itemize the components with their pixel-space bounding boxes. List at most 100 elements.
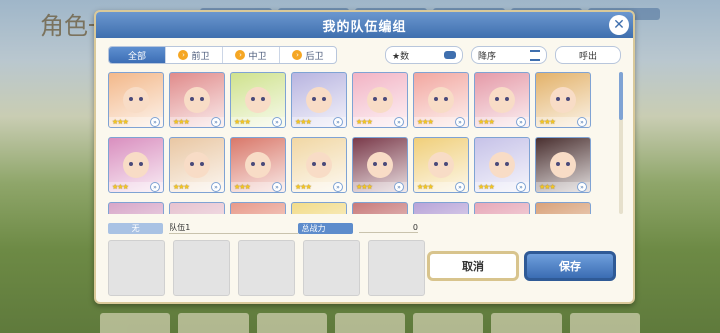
- team-slots: [108, 240, 425, 296]
- chevron-icon: ›: [235, 50, 246, 60]
- star-rating: ★★★: [478, 118, 495, 126]
- character-card[interactable]: ★★★ »: [108, 72, 164, 128]
- dialog-title: 我的队伍编组: [322, 19, 407, 35]
- portrait-eyes: [251, 162, 265, 166]
- filter-bar: 全部 › 前卫 › 中卫 › 后卫 ★数 降序 呼出: [108, 46, 621, 64]
- tab-all[interactable]: 全部: [109, 47, 166, 63]
- portrait-eyes: [190, 97, 204, 101]
- star-rating: ★★★: [112, 183, 129, 191]
- chevron-icon: ›: [292, 50, 303, 60]
- scroll-thumb[interactable]: [619, 72, 623, 120]
- card-footer: ★★★ »: [109, 182, 163, 192]
- tab-back[interactable]: › 后卫: [280, 47, 336, 63]
- star-rating: ★★★: [478, 183, 495, 191]
- character-card[interactable]: ★★★ »: [169, 137, 225, 193]
- star-rating: ★★★: [112, 118, 129, 126]
- cancel-label: 取消: [462, 260, 484, 273]
- character-card[interactable]: »: [169, 202, 225, 214]
- grid-scrollbar[interactable]: [619, 72, 623, 214]
- character-card[interactable]: »: [413, 202, 469, 214]
- card-footer: ★★★ »: [170, 182, 224, 192]
- total-power-label: 总战力: [297, 222, 353, 234]
- tab-label: 前卫: [191, 51, 210, 62]
- portrait-eyes: [251, 97, 265, 101]
- save-button[interactable]: 保存: [524, 251, 616, 281]
- character-card[interactable]: ★★★ »: [474, 72, 530, 128]
- tab-front[interactable]: › 前卫: [166, 47, 223, 63]
- character-card[interactable]: »: [291, 202, 347, 214]
- card-footer: ★★★ »: [109, 117, 163, 127]
- character-card[interactable]: ★★★ »: [169, 72, 225, 128]
- character-card[interactable]: »: [108, 202, 164, 214]
- character-card[interactable]: »: [474, 202, 530, 214]
- rank-chevron-icon: »: [577, 117, 587, 127]
- character-card[interactable]: ★★★ »: [291, 72, 347, 128]
- rank-chevron-icon: »: [150, 117, 160, 127]
- team-edit-dialog: 我的队伍编组 ✕ 全部 › 前卫 › 中卫 › 后卫 ★数 降序 呼出 ★★★» ★★★…: [94, 10, 635, 304]
- star-sort-label: ★数: [392, 51, 410, 62]
- tab-label: 后卫: [305, 51, 324, 62]
- team-slot[interactable]: [238, 240, 295, 296]
- tab-middle[interactable]: › 中卫: [223, 47, 280, 63]
- card-footer: ★★★ »: [414, 182, 468, 192]
- dialog-header: 我的队伍编组 ✕: [96, 12, 633, 38]
- character-card[interactable]: ★★★ »: [352, 72, 408, 128]
- card-footer: ★★★ »: [475, 117, 529, 127]
- card-footer: ★★★ »: [292, 117, 346, 127]
- character-card[interactable]: ★★★ »: [413, 137, 469, 193]
- background-bottom-nav: [100, 313, 640, 333]
- portrait-eyes: [434, 97, 448, 101]
- character-card[interactable]: ★★★ »: [535, 137, 591, 193]
- portrait-eyes: [373, 97, 387, 101]
- portrait-eyes: [190, 162, 204, 166]
- card-footer: ★★★ »: [353, 117, 407, 127]
- toggle-icon: [444, 51, 456, 59]
- rank-chevron-icon: »: [394, 117, 404, 127]
- team-slot[interactable]: [173, 240, 230, 296]
- character-card[interactable]: ★★★ »: [352, 137, 408, 193]
- team-name: 队伍1: [169, 222, 298, 234]
- team-slot[interactable]: [303, 240, 360, 296]
- rank-chevron-icon: »: [394, 182, 404, 192]
- character-card[interactable]: ★★★ »: [230, 72, 286, 128]
- star-rating: ★★★: [234, 118, 251, 126]
- character-card[interactable]: »: [535, 202, 591, 214]
- empty-tag: 无: [108, 222, 164, 234]
- star-rating: ★★★: [539, 118, 556, 126]
- portrait-eyes: [129, 162, 143, 166]
- tab-label: 中卫: [248, 51, 267, 62]
- rank-chevron-icon: »: [272, 182, 282, 192]
- card-footer: ★★★ »: [536, 117, 590, 127]
- portrait-eyes: [129, 97, 143, 101]
- position-filter: 全部 › 前卫 › 中卫 › 后卫: [108, 46, 337, 64]
- team-slot[interactable]: [368, 240, 425, 296]
- character-grid: ★★★ » ★★★ » ★★★ » ★★★ » ★★★ » ★★★ » ★★★ » ★★★ » ★★★ » ★★★ »…: [108, 70, 613, 214]
- rank-chevron-icon: »: [333, 117, 343, 127]
- team-slot[interactable]: [108, 240, 165, 296]
- call-button[interactable]: 呼出: [555, 46, 621, 64]
- character-card[interactable]: »: [230, 202, 286, 214]
- character-card[interactable]: ★★★ »: [413, 72, 469, 128]
- character-card[interactable]: ★★★ »: [108, 137, 164, 193]
- character-card[interactable]: ★★★ »: [474, 137, 530, 193]
- sort-controls: ★数 降序 呼出: [385, 46, 621, 64]
- card-footer: ★★★ »: [353, 182, 407, 192]
- character-card[interactable]: »: [352, 202, 408, 214]
- close-icon[interactable]: ✕: [609, 15, 629, 35]
- cancel-button[interactable]: 取消: [427, 251, 519, 281]
- star-rating: ★★★: [173, 118, 190, 126]
- star-rating: ★★★: [173, 183, 190, 191]
- character-card[interactable]: ★★★ »: [291, 137, 347, 193]
- character-card[interactable]: ★★★ »: [230, 137, 286, 193]
- rank-chevron-icon: »: [516, 117, 526, 127]
- rank-chevron-icon: »: [211, 117, 221, 127]
- card-footer: ★★★ »: [292, 182, 346, 192]
- star-sort-select[interactable]: ★数: [385, 46, 463, 64]
- card-footer: ★★★ »: [475, 182, 529, 192]
- tab-label: 全部: [127, 51, 146, 62]
- star-rating: ★★★: [417, 118, 434, 126]
- save-label: 保存: [559, 260, 581, 273]
- portrait-eyes: [312, 97, 326, 101]
- character-card[interactable]: ★★★ »: [535, 72, 591, 128]
- order-toggle[interactable]: 降序: [471, 46, 547, 64]
